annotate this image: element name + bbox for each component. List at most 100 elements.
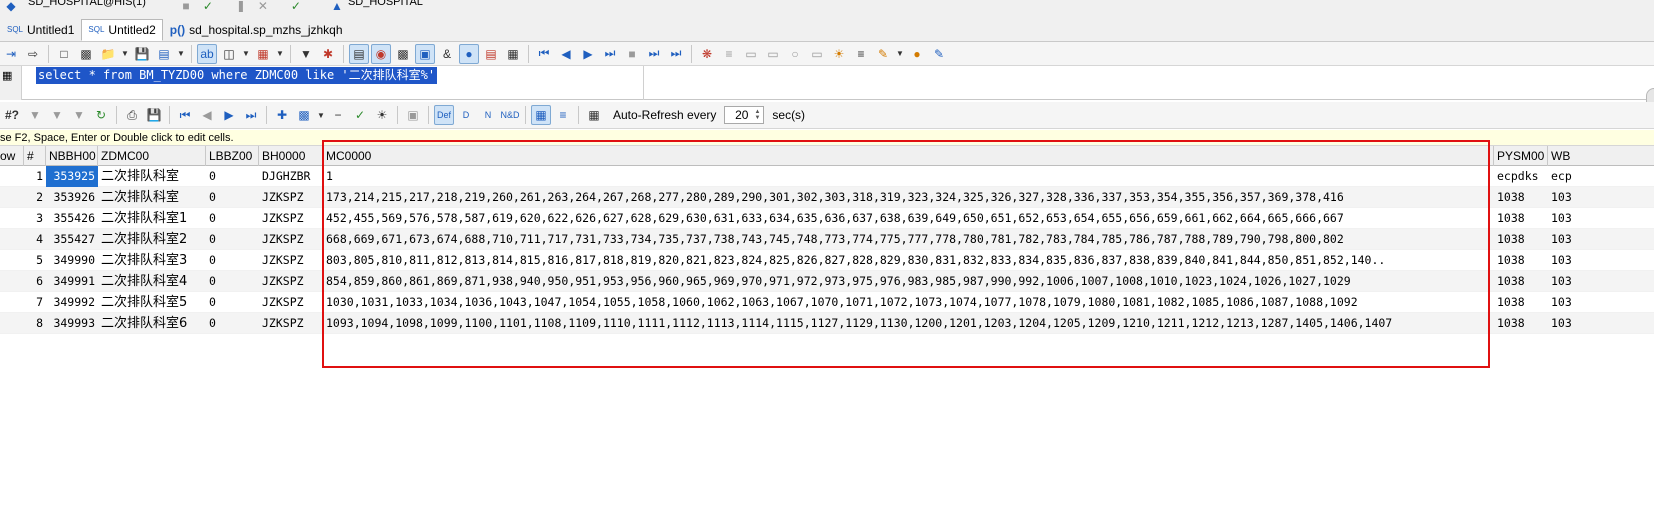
cell-mc0000[interactable]: 668,669,671,673,674,688,710,711,717,731,… [323,229,1494,250]
single-record-icon[interactable]: ▦ [584,105,604,125]
record-count-icon[interactable]: #? [1,105,23,125]
column-header-zdmc00[interactable]: ZDMC00 [98,146,206,166]
cell-nbbh00[interactable]: 349993 [46,313,98,334]
abc-toggle-icon[interactable]: ab [197,43,217,64]
indent-right-icon[interactable]: ⇨ [23,44,43,64]
cell-lbbz00[interactable]: 0 [206,166,259,187]
save-as-icon[interactable]: ▤ [154,44,174,64]
cell-zdmc00[interactable]: 二次排队科室4 [98,271,206,292]
replace-icon[interactable]: ▭ [807,44,827,64]
column-header-bh0000[interactable]: BH0000 [259,146,323,166]
cell-pysm00[interactable]: 1038 [1494,313,1548,334]
step-over-icon[interactable]: ⏭ [644,44,664,64]
column-header-row[interactable]: ow [0,146,24,166]
cell-pysm00[interactable]: 1038 [1494,292,1548,313]
cell-wb[interactable]: 103 [1548,313,1654,334]
cell-bh0000[interactable]: JZKSPZ [259,313,323,334]
cell-zdmc00[interactable]: 二次排队科室2 [98,229,206,250]
cell-pysm00[interactable]: 1038 [1494,229,1548,250]
cell-bh0000[interactable]: DJGHZBR [259,166,323,187]
new-file-icon[interactable]: □ [54,44,74,64]
results-grid-icon[interactable]: ▤ [349,43,369,64]
wand-icon[interactable]: ✎ [873,44,893,64]
post-changes-icon[interactable]: ✓ [350,105,370,125]
run-icon[interactable]: ▶ [578,44,598,64]
cell-nbbh00[interactable]: 353925 [46,166,98,187]
cell-lbbz00[interactable]: 0 [206,229,259,250]
grid-view-icon[interactable]: ▦ [531,105,551,125]
indent-icon[interactable]: ⇥ [1,44,21,64]
chevron-down-icon[interactable]: ▼ [120,44,130,64]
spin-arrows-icon[interactable]: ▲ ▼ [751,109,760,121]
cell-nbbh00[interactable]: 355427 [46,229,98,250]
cancel-changes-icon[interactable]: ☀ [372,105,392,125]
sql-editor[interactable]: ▦ select * from BM_TYZD00 where ZDMC00 l… [0,66,1654,100]
clear-filter-icon[interactable]: ▼ [47,105,67,125]
tab-untitled2[interactable]: SQL Untitled2 [81,18,163,41]
chevron-down-icon[interactable]: ▼ [316,105,326,125]
form-view-icon[interactable]: ≡ [553,105,573,125]
cell-wb[interactable]: 103 [1548,292,1654,313]
cell-zdmc00[interactable]: 二次排队科室1 [98,208,206,229]
check-icon[interactable]: ✓ [286,0,306,12]
cell-mc0000[interactable]: 1 [323,166,1494,187]
table-row[interactable]: 7 349992 二次排队科室5 0 JZKSPZ 1030,1031,1033… [0,292,1654,313]
cell-mc0000[interactable]: 803,805,810,811,812,813,814,815,816,817,… [323,250,1494,271]
refresh-icon[interactable]: ↻ [91,105,111,125]
paste-icon[interactable]: ▭ [763,44,783,64]
table-row[interactable]: 2 353926 二次排队科室 0 JZKSPZ 173,214,215,217… [0,187,1654,208]
cell-bh0000[interactable]: JZKSPZ [259,271,323,292]
cell-zdmc00[interactable]: 二次排队科室6 [98,313,206,334]
cell-pysm00[interactable]: 1038 [1494,187,1548,208]
cell-bh0000[interactable]: JZKSPZ [259,229,323,250]
uncomment-icon[interactable]: ▦ [503,44,523,64]
split-view-icon[interactable]: ◫ [219,44,239,64]
stop-on-error-icon[interactable]: ◉ [371,43,391,64]
format-icon[interactable]: ▦ [253,44,273,64]
bulb-icon[interactable]: ● [907,44,927,64]
def-toggle[interactable]: Def [434,105,454,125]
d-toggle[interactable]: D [456,105,476,125]
cell-mc0000[interactable]: 173,214,215,217,218,219,260,261,263,264,… [323,187,1494,208]
object-info-icon[interactable]: ☀ [829,44,849,64]
cell-pysm00[interactable]: ecpdks [1494,166,1548,187]
prior-row-icon[interactable]: ◀ [197,105,217,125]
column-header-pysm00[interactable]: PYSM00 [1494,146,1548,166]
auto-commit-icon[interactable]: ▣ [415,43,435,64]
open-folder-icon[interactable]: 📁 [98,44,118,64]
last-record-icon[interactable]: ⏭ [666,44,686,64]
cell-lbbz00[interactable]: 0 [206,250,259,271]
debug-icon[interactable]: ❋ [697,44,717,64]
chevron-down-icon[interactable]: ▼ [176,44,186,64]
stop-icon[interactable]: ✕ [253,0,273,12]
cell-pysm00[interactable]: 1038 [1494,208,1548,229]
comment-icon[interactable]: ▤ [481,44,501,64]
cell-pysm00[interactable]: 1038 [1494,250,1548,271]
cell-nbbh00[interactable]: 349991 [46,271,98,292]
refresh-interval-input[interactable]: 20 ▲ ▼ [724,106,765,124]
blob-icon[interactable]: ▣ [403,105,423,125]
filter-icon[interactable]: ▼ [25,105,45,125]
cell-lbbz00[interactable]: 0 [206,187,259,208]
sql-query-text[interactable]: select * from BM_TYZD00 where ZDMC00 lik… [36,67,438,84]
new-dropdown-icon[interactable]: ▩ [76,44,96,64]
ampersand-icon[interactable]: & [437,44,457,64]
cell-mc0000[interactable]: 854,859,860,861,869,871,938,940,950,951,… [323,271,1494,292]
copy-icon[interactable]: ▭ [741,44,761,64]
tab-untitled1[interactable]: SQL Untitled1 [0,19,81,41]
cell-bh0000[interactable]: JZKSPZ [259,292,323,313]
chevron-down-icon[interactable]: ▼ [275,44,285,64]
cell-wb[interactable]: ecp [1548,166,1654,187]
next-record-icon[interactable]: ⏭ [600,44,620,64]
cell-pysm00[interactable]: 1038 [1494,271,1548,292]
cell-bh0000[interactable]: JZKSPZ [259,250,323,271]
cell-wb[interactable]: 103 [1548,250,1654,271]
cell-wb[interactable]: 103 [1548,271,1654,292]
last-row-icon[interactable]: ⏭ [241,105,261,125]
cell-bh0000[interactable]: JZKSPZ [259,187,323,208]
pen-icon[interactable]: ✎ [929,44,949,64]
cell-nbbh00[interactable]: 355426 [46,208,98,229]
table-row[interactable]: 1 353925 二次排队科室 0 DJGHZBR 1 ecpdks ecp [0,166,1654,187]
user-schema-icon[interactable]: ▲ [327,0,347,12]
cell-zdmc00[interactable]: 二次排队科室 [98,187,206,208]
